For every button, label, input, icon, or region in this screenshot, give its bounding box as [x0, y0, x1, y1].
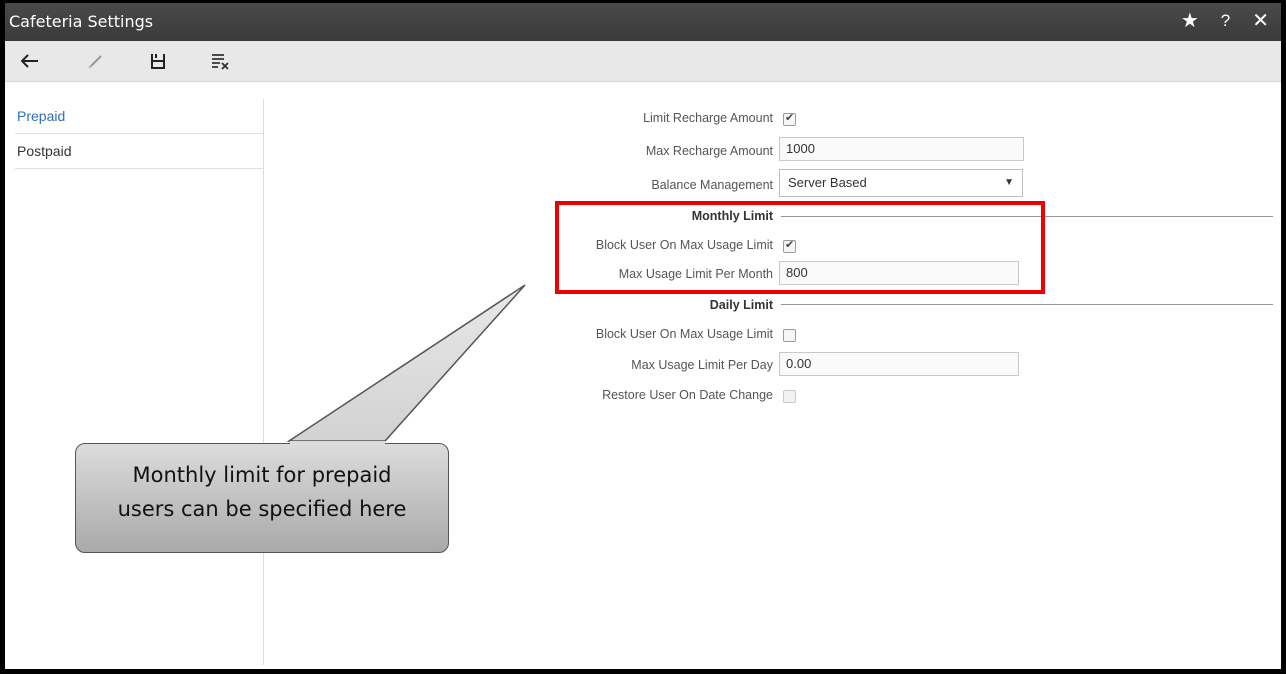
settings-form: Limit Recharge Amount Max Recharge Amoun…: [263, 99, 1281, 669]
callout-line-1: Monthly limit for prepaid: [132, 463, 392, 487]
close-icon[interactable]: ✕: [1252, 9, 1269, 33]
restore-user-label: Restore User On Date Change: [602, 388, 773, 402]
daily-max-usage-row: Max Usage Limit Per Day: [263, 358, 773, 372]
sidebar: Prepaid Postpaid: [15, 99, 264, 665]
max-recharge-input[interactable]: 1000: [779, 137, 1024, 161]
help-icon[interactable]: ?: [1221, 9, 1230, 33]
save-icon[interactable]: [147, 51, 169, 71]
sidebar-item-postpaid[interactable]: Postpaid: [15, 134, 263, 169]
callout-text: Monthly limit for prepaid users can be s…: [75, 458, 449, 526]
balance-management-label: Balance Management: [651, 178, 773, 192]
limit-recharge-label: Limit Recharge Amount: [643, 111, 773, 125]
window-title: Cafeteria Settings: [9, 12, 154, 31]
daily-block-label: Block User On Max Usage Limit: [595, 327, 773, 341]
edit-icon[interactable]: [85, 51, 107, 71]
daily-block-row: Block User On Max Usage Limit: [263, 327, 773, 341]
limit-recharge-row: Limit Recharge Amount: [263, 111, 773, 125]
limit-recharge-checkbox[interactable]: [783, 111, 796, 126]
balance-management-select[interactable]: Server Based ▼: [779, 169, 1023, 197]
restore-user-row: Restore User On Date Change: [263, 388, 773, 402]
restore-user-checkbox[interactable]: [783, 390, 796, 403]
clear-icon[interactable]: [209, 51, 231, 71]
daily-max-usage-input[interactable]: 0.00: [779, 352, 1019, 376]
daily-max-usage-label: Max Usage Limit Per Day: [631, 358, 773, 372]
balance-management-row: Balance Management: [263, 178, 773, 192]
daily-limit-divider: [781, 304, 1273, 305]
toolbar: [5, 41, 1281, 82]
sidebar-item-prepaid[interactable]: Prepaid: [15, 99, 263, 134]
balance-management-value: Server Based: [788, 175, 867, 190]
max-recharge-row: Max Recharge Amount: [263, 144, 773, 158]
callout-line-2: users can be specified here: [117, 497, 407, 521]
highlight-box: [555, 201, 1045, 294]
dropdown-arrow-icon: ▼: [1004, 177, 1014, 188]
back-arrow-icon[interactable]: [19, 51, 41, 71]
title-bar: Cafeteria Settings ★ ? ✕: [5, 3, 1281, 41]
daily-block-checkbox[interactable]: [783, 329, 796, 342]
max-recharge-label: Max Recharge Amount: [645, 144, 773, 158]
app-window: Cafeteria Settings ★ ? ✕ Prepaid Postpai…: [5, 3, 1281, 669]
daily-limit-heading: Daily Limit: [709, 298, 773, 312]
star-icon[interactable]: ★: [1181, 9, 1199, 33]
